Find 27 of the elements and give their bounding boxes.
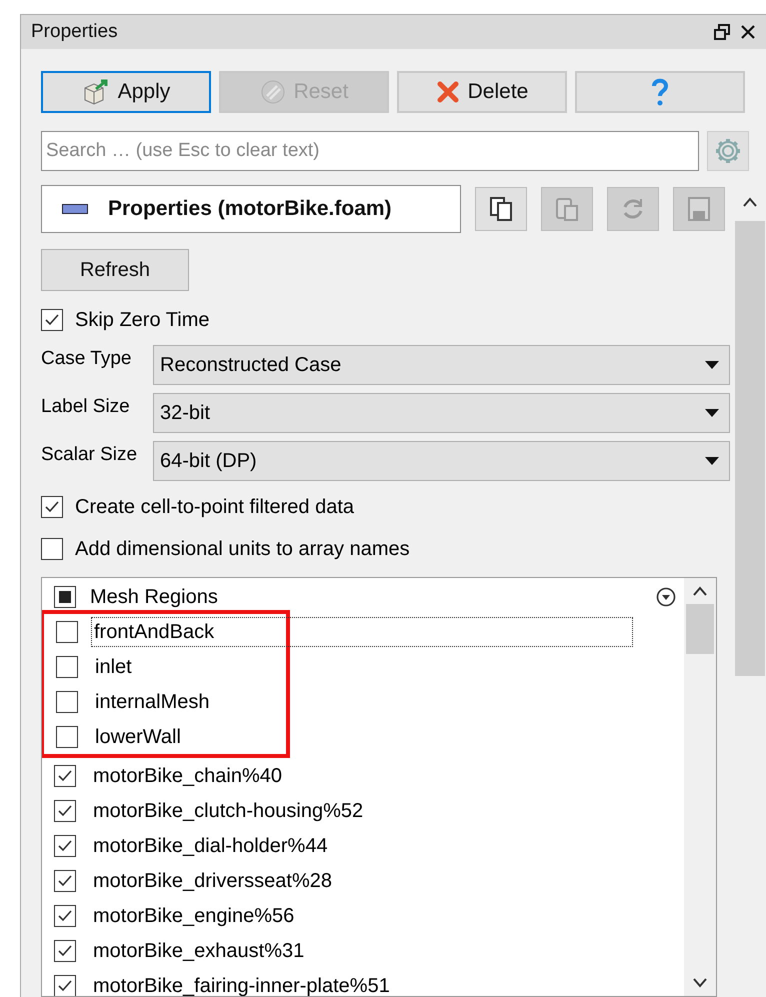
dropdown[interactable]: 64-bit (DP) — [153, 441, 730, 481]
field-label: Scalar Size — [41, 443, 138, 467]
region-name[interactable]: motorBike_chain%40 — [90, 760, 285, 790]
column-header: Mesh Regions — [90, 585, 219, 610]
dropdown[interactable]: 32-bit — [153, 393, 730, 433]
checkbox-label: Skip Zero Time — [75, 308, 210, 333]
field-label: Label Size — [41, 395, 131, 419]
region-name[interactable]: motorBike_driversseat%28 — [90, 866, 335, 896]
region-name[interactable]: motorBike_dial-holder%44 — [90, 830, 331, 860]
search-field[interactable]: Search … (use Esc to clear text) — [41, 131, 699, 171]
region-name[interactable]: motorBike_fairing-inner-plate%51 — [90, 970, 393, 996]
region-name[interactable]: inlet — [92, 652, 135, 682]
dropdown[interactable]: Reconstructed Case — [153, 345, 730, 385]
checkbox-label: Create cell-to-point filtered data — [75, 495, 354, 520]
region-name[interactable]: motorBike_clutch-housing%52 — [90, 796, 366, 826]
region-name[interactable]: motorBike_exhaust%31 — [90, 936, 308, 966]
checkbox-label: Add dimensional units to array names — [75, 537, 410, 562]
window-title: Properties — [31, 20, 119, 44]
region-name[interactable]: frontAndBack — [92, 618, 632, 646]
field-label: Case Type — [41, 347, 132, 371]
region-name[interactable]: lowerWall — [92, 722, 184, 752]
refresh-button[interactable]: Refresh — [41, 249, 189, 291]
section-header[interactable]: Properties (motorBike.foam) — [41, 185, 461, 233]
action-button[interactable]: Delete — [397, 71, 567, 113]
action-button[interactable]: Apply — [41, 71, 211, 113]
region-name[interactable]: internalMesh — [92, 686, 213, 716]
region-name[interactable]: motorBike_engine%56 — [90, 900, 298, 930]
